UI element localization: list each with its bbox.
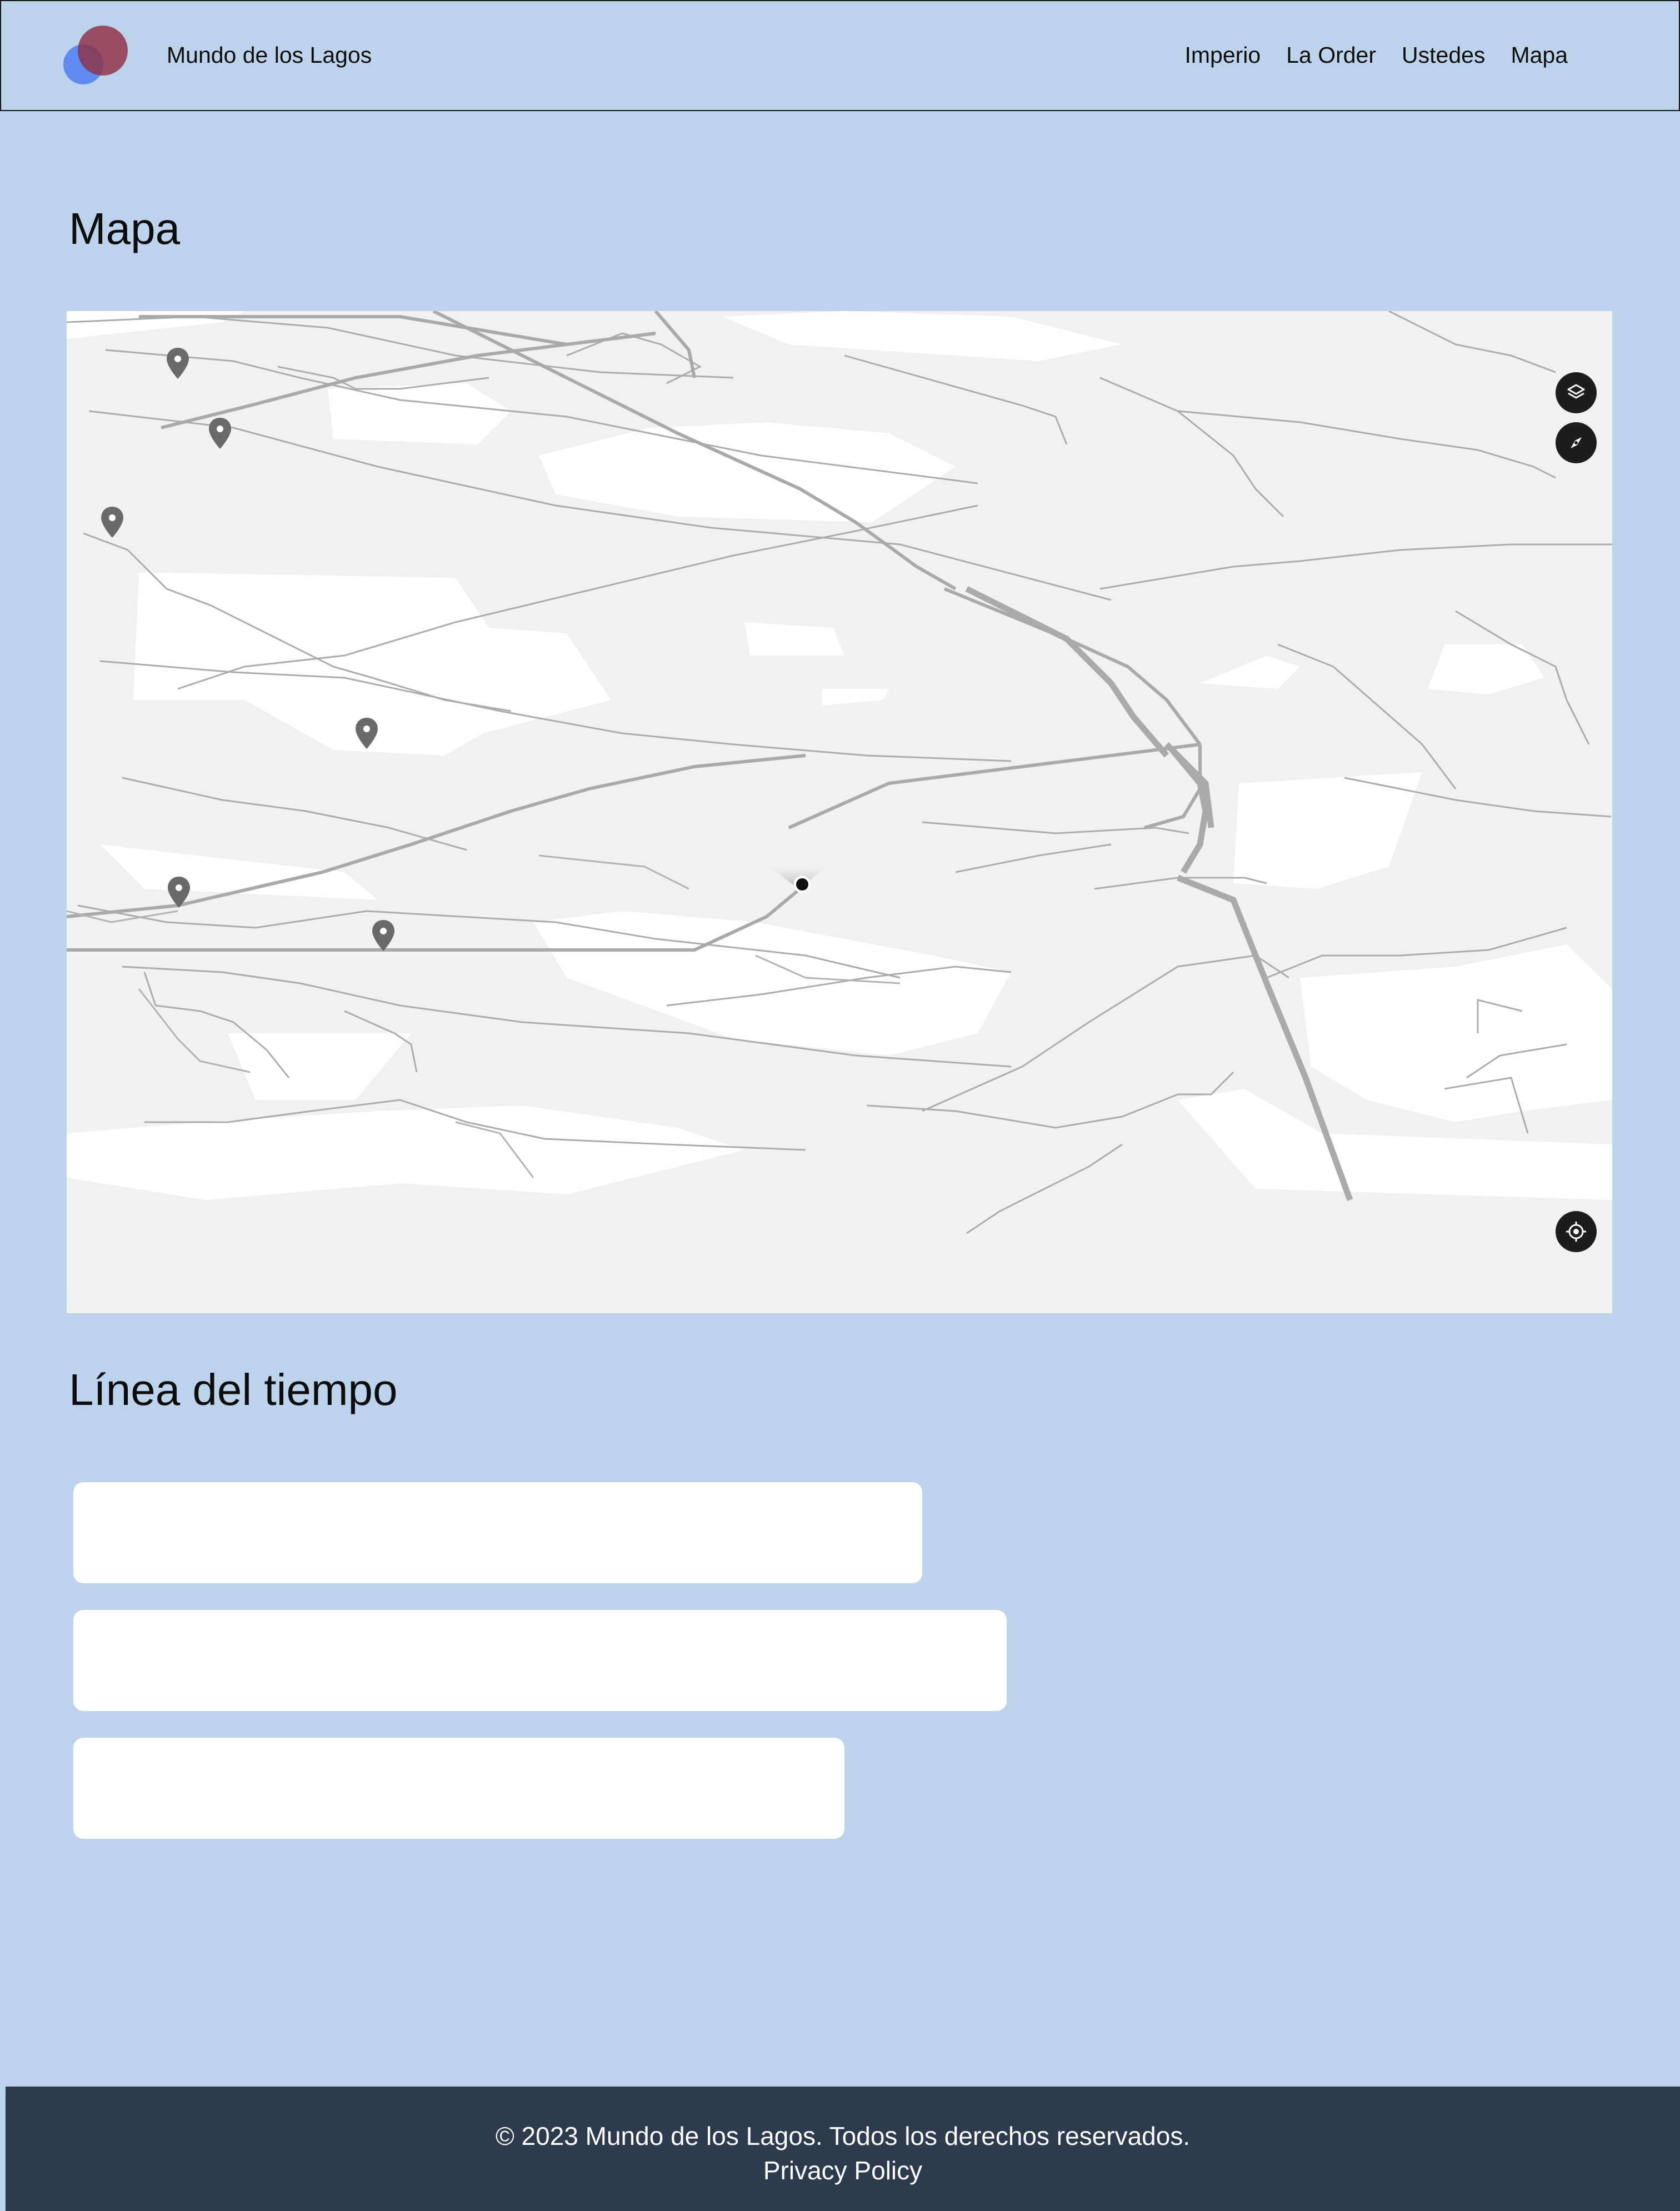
compass-button[interactable]	[1556, 422, 1597, 463]
map-marker-icon[interactable]	[354, 717, 379, 750]
compass-icon	[1571, 437, 1582, 448]
copyright-text: © 2023 Mundo de los Lagos. Todos los der…	[495, 2122, 1191, 2150]
map-tiles	[67, 311, 1612, 1234]
logo[interactable]	[61, 24, 133, 87]
timeline-title: Línea del tiempo	[69, 1365, 398, 1414]
timeline-card[interactable]	[73, 1482, 922, 1583]
timeline-card[interactable]	[73, 1610, 1007, 1711]
nav-imperio[interactable]: Imperio	[1184, 42, 1261, 68]
privacy-policy-link[interactable]: Privacy Policy	[6, 2155, 1680, 2185]
nav-ustedes[interactable]: Ustedes	[1402, 42, 1485, 68]
map-marker-icon[interactable]	[167, 876, 191, 909]
map-marker-icon[interactable]	[208, 417, 232, 450]
site-header: Mundo de los Lagos Imperio La Order Uste…	[0, 0, 1680, 111]
map-marker-icon[interactable]	[100, 506, 124, 539]
nav-la-order[interactable]: La Order	[1286, 42, 1376, 68]
map-marker-icon[interactable]	[166, 347, 190, 380]
logo-red-circle	[78, 26, 128, 76]
site-name[interactable]: Mundo de los Lagos	[167, 42, 372, 68]
layers-icon	[1567, 384, 1585, 399]
map[interactable]	[67, 311, 1612, 1313]
locate-button[interactable]	[1556, 1211, 1597, 1252]
nav-mapa[interactable]: Mapa	[1511, 42, 1568, 68]
site-footer: © 2023 Mundo de los Lagos. Todos los der…	[6, 2087, 1680, 2211]
layers-button[interactable]	[1556, 372, 1597, 413]
locate-icon	[1566, 1222, 1586, 1242]
main-nav: Imperio La Order Ustedes Mapa	[1184, 42, 1568, 68]
map-marker-icon[interactable]	[371, 919, 396, 952]
map-title: Mapa	[69, 204, 181, 253]
timeline-card[interactable]	[73, 1738, 844, 1839]
